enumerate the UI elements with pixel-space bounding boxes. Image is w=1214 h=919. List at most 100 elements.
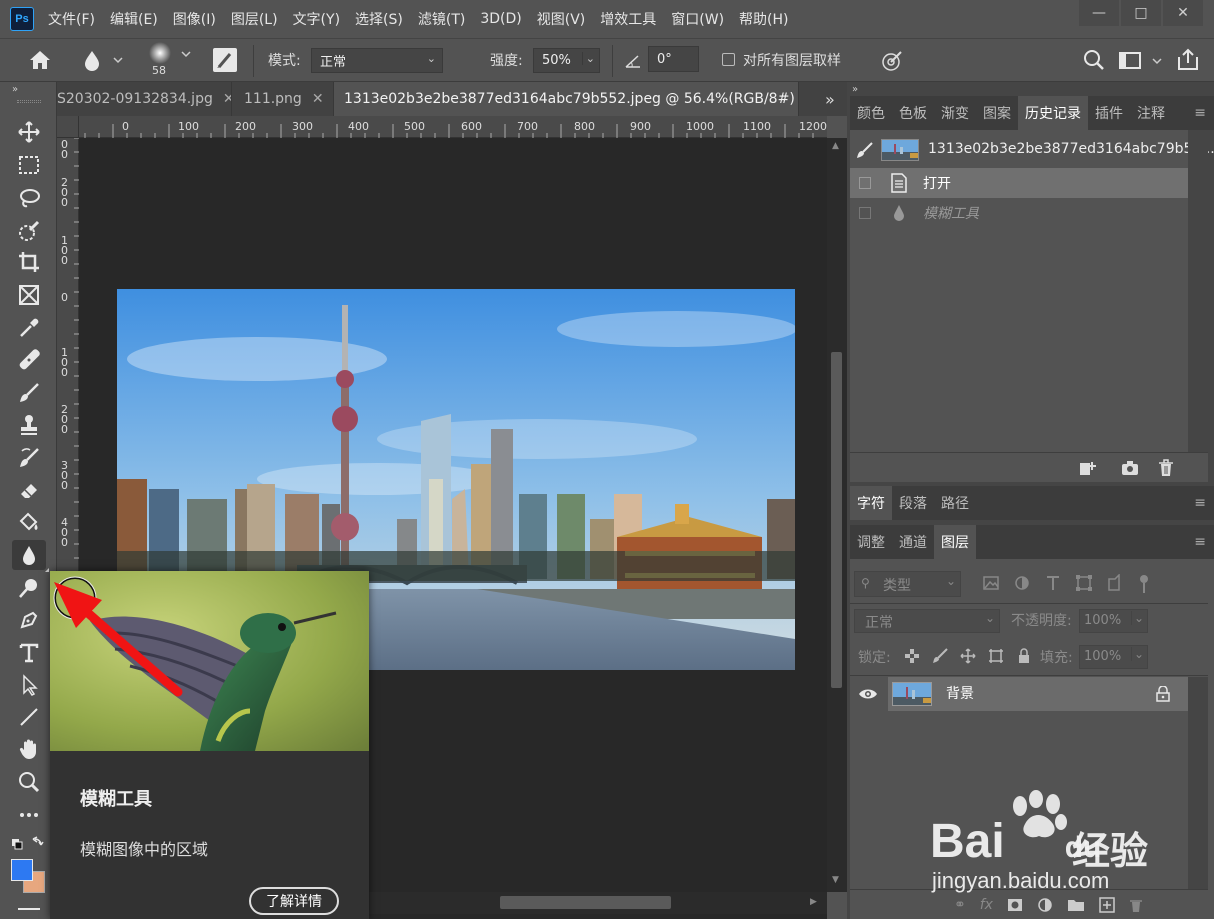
menu-item-6[interactable]: 滤镜(T) bbox=[418, 9, 465, 29]
pressure-icon[interactable] bbox=[879, 48, 905, 74]
tab-document-3[interactable]: 1313e02b3e2be3877ed3164abc79b552.jpeg @ … bbox=[334, 82, 799, 116]
horizontal-scrollbar[interactable]: ▶ bbox=[369, 892, 827, 914]
more-tabs-icon[interactable]: » bbox=[825, 90, 835, 109]
lock-artboard-icon[interactable] bbox=[988, 648, 1004, 664]
line-tool-icon[interactable] bbox=[12, 702, 46, 732]
scroll-up-icon[interactable]: ▲ bbox=[832, 141, 839, 151]
more-tools-icon[interactable] bbox=[12, 800, 46, 830]
blur-tool-icon[interactable] bbox=[12, 540, 46, 570]
tab-document-1[interactable]: S20302-09132834.jpg ✕ bbox=[57, 82, 232, 116]
foreground-color-swatch[interactable] bbox=[11, 859, 33, 881]
horizontal-scrollbar-thumb[interactable] bbox=[500, 896, 671, 909]
filter-type-icon[interactable] bbox=[1044, 574, 1062, 592]
menu-item-5[interactable]: 选择(S) bbox=[355, 9, 403, 29]
eraser-tool-icon[interactable] bbox=[12, 475, 46, 505]
tab-plugins[interactable]: 插件 bbox=[1088, 96, 1130, 130]
frame-tool-icon[interactable] bbox=[12, 280, 46, 310]
tab-paths[interactable]: 路径 bbox=[934, 486, 976, 520]
lock-pixels-icon[interactable] bbox=[932, 648, 948, 664]
menu-item-10[interactable]: 窗口(W) bbox=[671, 9, 724, 29]
sample-all-checkbox[interactable] bbox=[722, 53, 735, 66]
tab-swatches[interactable]: 色板 bbox=[892, 96, 934, 130]
crop-tool-icon[interactable] bbox=[12, 247, 46, 277]
close-icon[interactable]: ✕ bbox=[223, 91, 231, 107]
healing-brush-tool-icon[interactable] bbox=[12, 345, 46, 375]
history-source-checkbox[interactable] bbox=[859, 207, 871, 219]
dodge-tool-icon[interactable] bbox=[12, 573, 46, 603]
panel-menu-icon[interactable]: ≡ bbox=[1194, 105, 1206, 121]
swap-colors-icon[interactable] bbox=[11, 836, 45, 852]
brush-tool-icon[interactable] bbox=[12, 378, 46, 408]
vertical-scrollbar[interactable]: ▲ ▼ bbox=[827, 138, 847, 892]
filter-toggle-icon[interactable] bbox=[1137, 574, 1151, 594]
history-state-blur[interactable]: 模糊工具 bbox=[850, 198, 1188, 228]
collapse-toolbar-icon[interactable]: » bbox=[12, 84, 18, 95]
ruler-origin[interactable] bbox=[57, 116, 79, 138]
menu-item-0[interactable]: 文件(F) bbox=[48, 9, 95, 29]
fill-input[interactable]: 100% ⌄ bbox=[1079, 645, 1148, 669]
lock-position-icon[interactable] bbox=[960, 648, 976, 664]
tab-history[interactable]: 历史记录 bbox=[1018, 96, 1088, 130]
collapse-panels-icon[interactable]: » bbox=[852, 84, 858, 95]
tab-notes[interactable]: 注释 bbox=[1130, 96, 1172, 130]
home-icon[interactable] bbox=[26, 47, 54, 73]
menu-item-1[interactable]: 编辑(E) bbox=[110, 9, 158, 29]
strength-input[interactable]: 50% ⌄ bbox=[533, 48, 600, 73]
move-tool-icon[interactable] bbox=[12, 117, 46, 147]
eyedropper-tool-icon[interactable] bbox=[12, 313, 46, 343]
menu-item-9[interactable]: 增效工具 bbox=[600, 9, 656, 29]
zoom-tool-icon[interactable] bbox=[12, 767, 46, 797]
history-source-checkbox[interactable] bbox=[859, 177, 871, 189]
quick-mask-icon[interactable] bbox=[18, 908, 40, 918]
toolbar-grip[interactable] bbox=[17, 100, 41, 103]
layer-row-background[interactable]: 背景 bbox=[850, 677, 1188, 711]
trash-icon[interactable] bbox=[1157, 458, 1175, 478]
tab-patterns[interactable]: 图案 bbox=[976, 96, 1018, 130]
pen-tool-icon[interactable] bbox=[12, 605, 46, 635]
history-brush-icon[interactable] bbox=[856, 141, 874, 159]
tab-gradients[interactable]: 渐变 bbox=[934, 96, 976, 130]
mode-select[interactable]: 正常 ⌄ bbox=[311, 48, 443, 73]
lasso-tool-icon[interactable] bbox=[12, 183, 46, 213]
tab-color[interactable]: 颜色 bbox=[850, 96, 892, 130]
lock-icon[interactable] bbox=[1156, 686, 1170, 702]
lock-transparent-icon[interactable] bbox=[904, 648, 920, 664]
search-icon[interactable] bbox=[1082, 48, 1106, 72]
maximize-button[interactable]: □ bbox=[1121, 0, 1161, 26]
menu-item-3[interactable]: 图层(L) bbox=[231, 9, 278, 29]
new-document-from-state-icon[interactable] bbox=[1078, 459, 1098, 477]
angle-input[interactable]: 0° bbox=[648, 46, 699, 72]
brush-settings-icon[interactable] bbox=[213, 48, 237, 72]
eye-icon[interactable] bbox=[858, 687, 878, 701]
scroll-down-icon[interactable]: ▼ bbox=[832, 875, 839, 885]
filter-adjustment-icon[interactable] bbox=[1013, 574, 1031, 592]
menu-item-4[interactable]: 文字(Y) bbox=[293, 9, 340, 29]
marquee-tool-icon[interactable] bbox=[12, 150, 46, 180]
stamp-tool-icon[interactable] bbox=[12, 410, 46, 440]
opacity-input[interactable]: 100% ⌄ bbox=[1079, 609, 1148, 633]
tool-preset-picker[interactable] bbox=[80, 47, 128, 73]
filter-pixel-icon[interactable] bbox=[982, 574, 1000, 592]
layer-name[interactable]: 背景 bbox=[946, 683, 974, 703]
chevron-down-icon[interactable]: ⌄ bbox=[1130, 647, 1144, 661]
menu-item-7[interactable]: 3D(D) bbox=[480, 11, 521, 27]
tab-channels[interactable]: 通道 bbox=[892, 525, 934, 559]
workspace-icon[interactable] bbox=[1118, 49, 1166, 73]
tab-paragraph[interactable]: 段落 bbox=[892, 486, 934, 520]
filter-smart-object-icon[interactable] bbox=[1106, 574, 1124, 592]
filter-shape-icon[interactable] bbox=[1075, 574, 1093, 592]
blend-mode-select[interactable]: 正常 ⌄ bbox=[854, 609, 1000, 633]
path-selection-tool-icon[interactable] bbox=[12, 670, 46, 700]
close-window-button[interactable]: ✕ bbox=[1163, 0, 1203, 26]
layer-filter-select[interactable]: ⚲ 类型 ⌄ bbox=[854, 571, 961, 597]
panel-menu-icon[interactable]: ≡ bbox=[1194, 495, 1206, 511]
tab-adjustments[interactable]: 调整 bbox=[850, 525, 892, 559]
menu-item-8[interactable]: 视图(V) bbox=[537, 9, 586, 29]
learn-more-button[interactable]: 了解详情 bbox=[249, 887, 339, 915]
chevron-down-icon[interactable]: ⌄ bbox=[581, 52, 595, 65]
quick-selection-tool-icon[interactable] bbox=[12, 216, 46, 246]
tab-character[interactable]: 字符 bbox=[850, 486, 892, 520]
menu-item-11[interactable]: 帮助(H) bbox=[739, 9, 788, 29]
history-brush-tool-icon[interactable] bbox=[12, 443, 46, 473]
paint-bucket-tool-icon[interactable] bbox=[12, 507, 46, 537]
